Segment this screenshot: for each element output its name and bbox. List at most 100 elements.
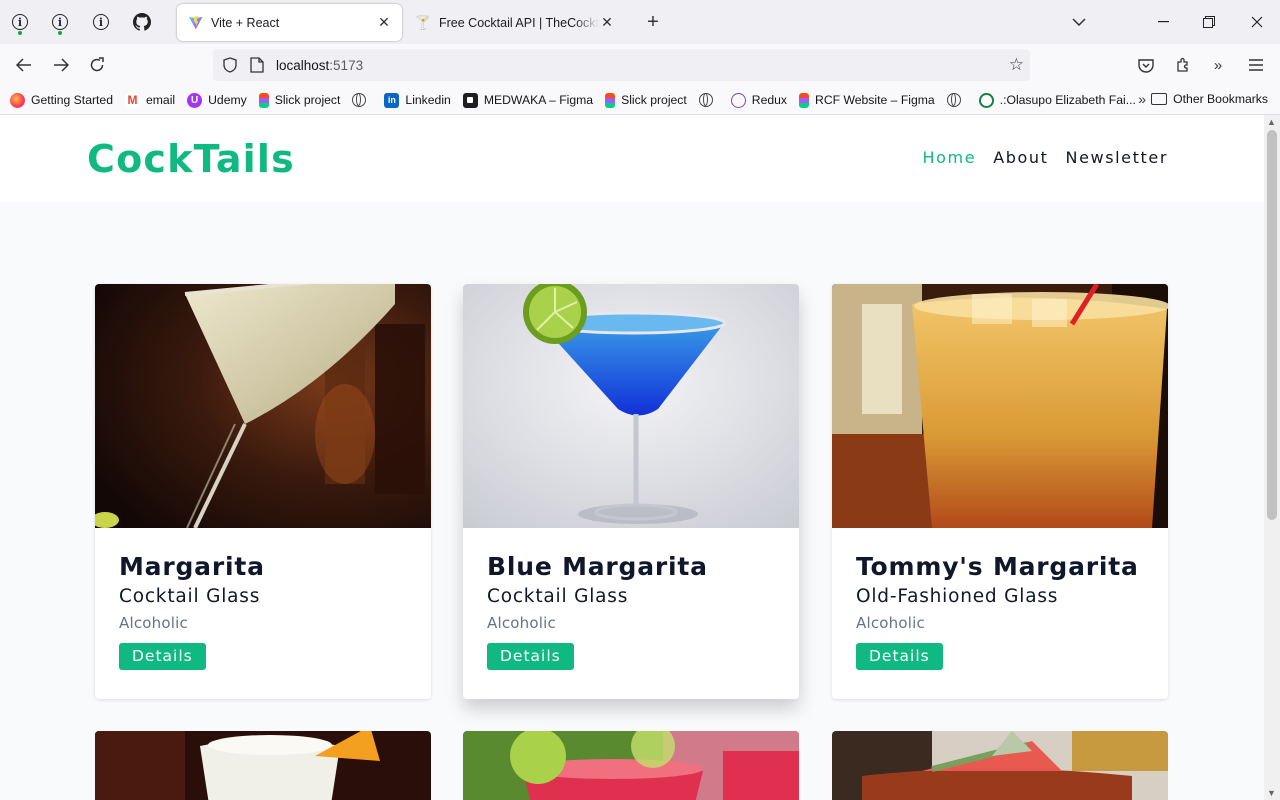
other-bookmarks-label: Other Bookmarks <box>1173 92 1268 106</box>
bookmark-olasupo[interactable]: .:Olasupo Elizabeth Fai... <box>978 92 1136 108</box>
udemy-icon: U <box>187 92 203 108</box>
cocktail-icon: 🍸 <box>414 14 432 30</box>
details-button[interactable]: Details <box>487 643 574 670</box>
bookmark-label: Getting Started <box>31 93 113 107</box>
bookmark-label: Udemy <box>208 93 247 107</box>
figma-icon <box>605 92 616 108</box>
tab-bar: i i i Vite + React ✕ 🍸 Free Cocktail API… <box>0 0 1280 44</box>
bookmark-globe[interactable] <box>698 93 719 107</box>
close-window-icon[interactable] <box>1234 0 1280 44</box>
bookmark-globe[interactable] <box>352 93 372 107</box>
bookmark-medwaka-figma[interactable]: MEDWAKA – Figma <box>462 92 594 108</box>
bookmark-label: Redux <box>751 93 788 107</box>
new-tab-icon[interactable]: + <box>640 8 666 36</box>
bookmark-slick-project-2[interactable]: Slick project <box>605 92 687 108</box>
cocktail-name: Blue Margarita <box>487 552 708 581</box>
cocktail-info: Alcoholic <box>856 614 925 632</box>
bookmark-email[interactable]: M email <box>124 92 176 108</box>
extensions-icon[interactable] <box>1168 50 1198 80</box>
gmail-icon: M <box>124 92 140 108</box>
cocktail-card: Blue Margarita Cocktail Glass Alcoholic … <box>463 284 799 699</box>
figma-icon <box>799 92 810 108</box>
page-content: CockTails Home About Newsletter Margarit… <box>0 115 1264 800</box>
bookmark-rcf-figma[interactable]: RCF Website – Figma <box>799 92 935 108</box>
bookmark-globe[interactable] <box>946 93 967 107</box>
more-bookmarks-icon[interactable]: » <box>1138 91 1146 107</box>
bookmark-label: .:Olasupo Elizabeth Fai... <box>999 93 1136 107</box>
scroll-up-icon[interactable]: ▲ <box>1267 117 1276 127</box>
nav-home[interactable]: Home <box>923 148 977 167</box>
bookmark-label: Slick project <box>274 93 341 107</box>
tab-list-chevron-icon[interactable] <box>1056 0 1102 44</box>
page-info-icon[interactable] <box>250 57 264 73</box>
redux-icon <box>730 92 746 108</box>
bookmark-redux[interactable]: Redux <box>730 92 788 108</box>
other-bookmarks[interactable]: Other Bookmarks <box>1151 92 1268 106</box>
figma-icon <box>258 92 269 108</box>
nav-newsletter[interactable]: Newsletter <box>1066 148 1169 167</box>
url-text: localhost:5173 <box>276 57 364 73</box>
figma-file-icon <box>462 92 478 108</box>
nav-about[interactable]: About <box>993 148 1048 167</box>
globe-icon <box>698 93 713 107</box>
cocktail-glass: Old-Fashioned Glass <box>856 586 1059 607</box>
address-bar[interactable]: localhost:5173 ☆ <box>213 49 1030 81</box>
tab-cocktaildb[interactable]: 🍸 Free Cocktail API | TheCocktailDB ✕ <box>405 4 625 41</box>
cocktail-card: Tommy's Margarita Old-Fashioned Glass Al… <box>832 284 1168 699</box>
close-tab-icon[interactable]: ✕ <box>376 14 392 31</box>
bookmark-label: email <box>145 93 176 107</box>
pocket-icon[interactable] <box>1131 50 1161 80</box>
site-logo[interactable]: CockTails <box>87 137 295 181</box>
tab-title: Vite + React <box>211 15 280 30</box>
restore-icon[interactable] <box>1186 0 1232 44</box>
details-button[interactable]: Details <box>856 643 943 670</box>
menu-icon[interactable] <box>1241 50 1271 80</box>
cocktail-info: Alcoholic <box>487 614 556 632</box>
bookmark-linkedin[interactable]: in Linkedin <box>384 92 451 108</box>
close-tab-icon[interactable]: ✕ <box>599 14 615 31</box>
details-button[interactable]: Details <box>119 643 206 670</box>
cocktail-name: Margarita <box>119 552 265 581</box>
cocktail-image-margarita <box>95 284 431 528</box>
extension-info-icon[interactable]: i <box>40 0 80 44</box>
vite-icon <box>187 15 203 31</box>
bookmark-getting-started[interactable]: Getting Started <box>10 92 113 108</box>
more-tools-icon[interactable]: » <box>1203 50 1233 80</box>
cocktail-card-partial <box>463 731 799 800</box>
bookmark-label: RCF Website – Figma <box>815 93 935 107</box>
tab-vite-react[interactable]: Vite + React ✕ <box>177 4 402 41</box>
github-icon[interactable] <box>122 0 162 44</box>
bookmark-slick-project[interactable]: Slick project <box>258 92 341 108</box>
globe-icon <box>352 93 367 107</box>
shield-icon[interactable] <box>222 57 238 73</box>
bookmark-star-icon[interactable]: ☆ <box>1009 55 1024 75</box>
cocktail-card-partial <box>832 731 1168 800</box>
extension-info-icon[interactable]: i <box>0 0 40 44</box>
page-scrollbar[interactable]: ▲ ▼ <box>1264 115 1280 800</box>
cocktail-name: Tommy's Margarita <box>856 552 1139 581</box>
bookmark-label: Linkedin <box>405 93 451 107</box>
linkedin-icon: in <box>384 92 400 108</box>
bookmark-label: Slick project <box>621 93 687 107</box>
reload-icon[interactable] <box>82 50 112 80</box>
forward-icon[interactable] <box>46 50 76 80</box>
site-nav: Home About Newsletter <box>923 148 1168 167</box>
back-icon[interactable] <box>9 50 39 80</box>
cocktail-card-partial <box>95 731 431 800</box>
site-logo-icon <box>978 92 994 108</box>
navigation-toolbar: localhost:5173 ☆ » <box>0 44 1280 86</box>
extension-info-icon[interactable]: i <box>81 0 121 44</box>
cocktail-info: Alcoholic <box>119 614 188 632</box>
bookmark-label: MEDWAKA – Figma <box>483 93 594 107</box>
cocktail-glass: Cocktail Glass <box>487 586 629 607</box>
cocktail-image-tommys-margarita <box>832 284 1168 528</box>
scroll-down-icon[interactable]: ▼ <box>1267 788 1276 798</box>
site-header: CockTails Home About Newsletter <box>0 115 1264 202</box>
minimize-icon[interactable] <box>1140 0 1186 44</box>
bookmarks-bar: Getting Started M email U Udemy Slick pr… <box>0 86 1280 115</box>
cocktail-glass: Cocktail Glass <box>119 586 261 607</box>
cocktail-card: Margarita Cocktail Glass Alcoholic Detai… <box>95 284 431 699</box>
scrollbar-thumb[interactable] <box>1267 130 1277 520</box>
bookmark-udemy[interactable]: U Udemy <box>187 92 247 108</box>
globe-icon <box>946 93 961 107</box>
